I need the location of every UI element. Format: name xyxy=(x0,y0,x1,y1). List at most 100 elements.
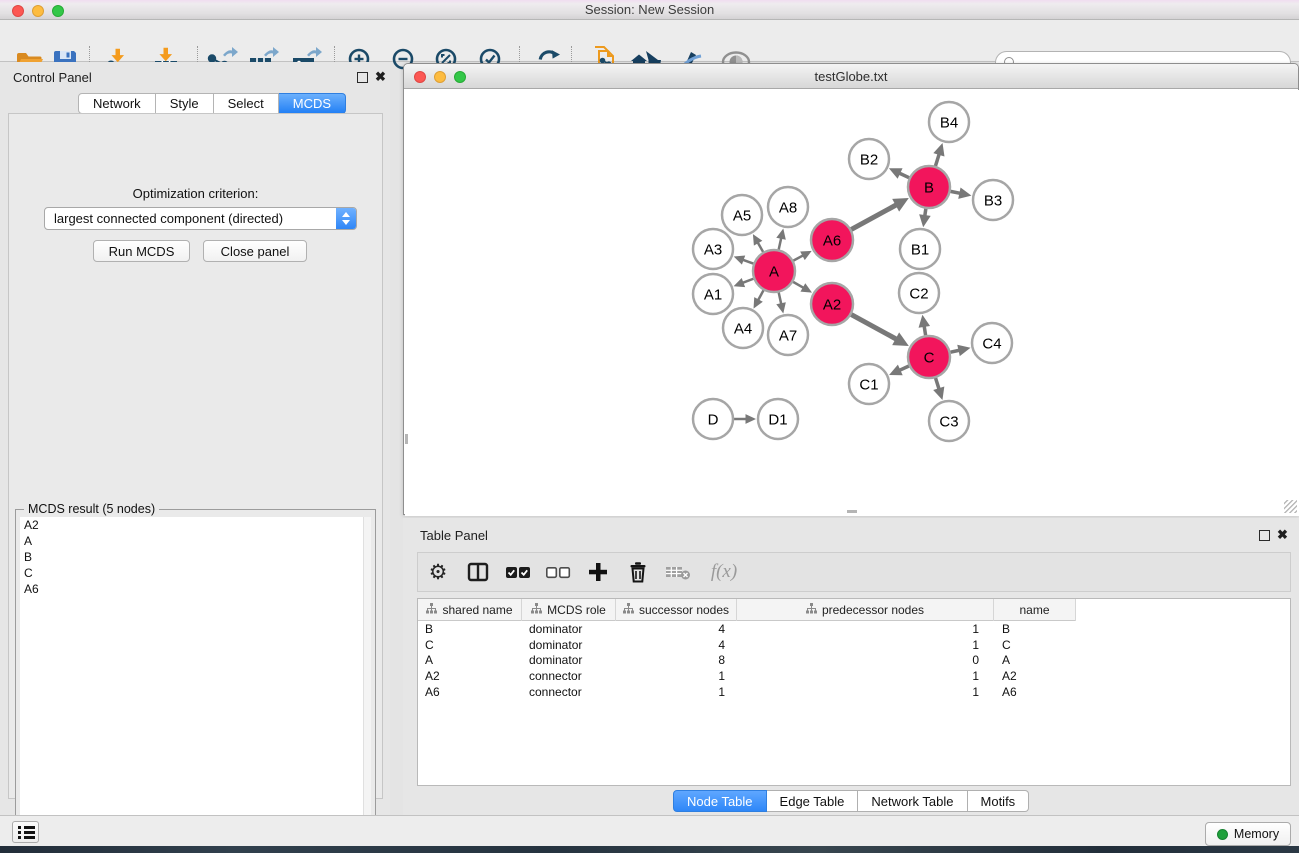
edge-A-A4[interactable] xyxy=(758,290,764,300)
edge-A2-C[interactable] xyxy=(851,315,897,340)
table-panel-title: Table Panel xyxy=(420,528,488,543)
vertical-scroll-indicator[interactable] xyxy=(405,434,408,444)
tab-mcds[interactable]: MCDS xyxy=(279,93,346,114)
edge-A-A7[interactable] xyxy=(779,292,782,304)
table-cell: A6 xyxy=(418,685,522,699)
table-cell: A2 xyxy=(418,669,522,683)
arrowhead-icon xyxy=(933,387,944,400)
edge-A-A3[interactable] xyxy=(742,260,753,264)
resize-grip-icon[interactable] xyxy=(1284,500,1297,513)
criterion-dropdown[interactable]: largest connected component (directed) xyxy=(44,207,357,230)
column-header-label: name xyxy=(1019,603,1049,617)
memory-status-icon xyxy=(1217,829,1228,840)
column-header-label: successor nodes xyxy=(639,603,729,617)
desktop-background-strip xyxy=(0,846,1299,853)
table-cell: connector xyxy=(522,685,616,699)
result-item[interactable]: A xyxy=(20,533,363,549)
deselect-all-icon[interactable] xyxy=(538,553,578,591)
show-columns-icon[interactable] xyxy=(458,553,498,591)
table-cell: dominator xyxy=(522,622,616,636)
mcds-result-title: MCDS result (5 nodes) xyxy=(24,502,159,516)
tab-network[interactable]: Network xyxy=(78,93,156,114)
column-header-successor-nodes[interactable]: successor nodes xyxy=(616,599,737,621)
mcds-result-group: MCDS result (5 nodes) A2ABCA6 xyxy=(15,509,376,845)
select-all-icon[interactable] xyxy=(498,553,538,591)
table-header-row: shared name MCDS role successor nodes prede… xyxy=(418,599,1076,621)
table-panel: Table Panel ✖ ⚙ xyxy=(403,518,1299,815)
table-cell: B xyxy=(994,622,1076,636)
column-header-label: predecessor nodes xyxy=(822,603,924,617)
horizontal-scroll-indicator[interactable] xyxy=(847,510,857,513)
edge-C-C1[interactable] xyxy=(899,366,909,371)
column-header-predecessor-nodes[interactable]: predecessor nodes xyxy=(737,599,994,621)
result-scrollbar[interactable] xyxy=(363,517,371,839)
network-graph[interactable]: B4B2BB3B1A5A8A6A3AA1C2A4A7A2C4CC1C3DD1 xyxy=(405,90,1299,516)
close-table-panel-icon[interactable]: ✖ xyxy=(1277,527,1288,543)
graph-node-label: C3 xyxy=(939,413,958,430)
arrowhead-icon xyxy=(933,143,944,156)
delete-row-icon[interactable] xyxy=(618,553,658,591)
tab-network-table[interactable]: Network Table xyxy=(858,790,967,812)
graph-node-label: A xyxy=(769,263,779,280)
mcds-result-list[interactable]: A2ABCA6 xyxy=(20,517,363,839)
float-panel-icon[interactable] xyxy=(357,72,368,83)
column-header-name[interactable]: name xyxy=(994,599,1076,621)
edge-A-A5[interactable] xyxy=(757,242,763,252)
arrowhead-icon xyxy=(734,255,746,264)
edge-A-A6[interactable] xyxy=(793,255,803,261)
status-bar: Memory xyxy=(0,815,1299,846)
result-item[interactable]: C xyxy=(20,565,363,581)
table-cell: C xyxy=(418,638,522,652)
table-row[interactable]: Adominator80A xyxy=(418,653,1290,669)
session-title: Session: New Session xyxy=(0,2,1299,17)
edge-C-C3[interactable] xyxy=(936,378,940,390)
optimization-criterion-label: Optimization criterion: xyxy=(9,186,382,201)
mcds-tab-content: Optimization criterion: largest connecte… xyxy=(8,113,383,799)
hierarchy-icon xyxy=(806,603,817,617)
float-table-panel-icon[interactable] xyxy=(1259,530,1270,541)
run-mcds-button[interactable]: Run MCDS xyxy=(93,240,190,262)
table-settings-icon[interactable]: ⚙ xyxy=(418,553,458,591)
graph-node-label: B1 xyxy=(911,241,929,258)
edge-A-A8[interactable] xyxy=(779,237,782,249)
main-toolbar xyxy=(0,20,1299,62)
table-row[interactable]: A2connector11A2 xyxy=(418,668,1290,684)
table-cell: 1 xyxy=(737,638,994,652)
table-row[interactable]: Cdominator41C xyxy=(418,637,1290,653)
close-panel-button[interactable]: Close panel xyxy=(203,240,307,262)
result-item[interactable]: B xyxy=(20,549,363,565)
column-header-MCDS-role[interactable]: MCDS role xyxy=(522,599,616,621)
column-header-label: shared name xyxy=(442,603,512,617)
network-canvas[interactable]: B4B2BB3B1A5A8A6A3AA1C2A4A7A2C4CC1C3DD1 xyxy=(405,90,1299,516)
graph-node-label: B xyxy=(924,179,934,196)
task-history-button[interactable] xyxy=(12,821,39,843)
table-row[interactable]: A6connector11A6 xyxy=(418,684,1290,700)
edge-A-A1[interactable] xyxy=(742,279,753,283)
tab-node-table[interactable]: Node Table xyxy=(673,790,767,812)
column-header-shared-name[interactable]: shared name xyxy=(418,599,522,621)
network-window-titlebar: testGlobe.txt xyxy=(404,64,1298,89)
hierarchy-icon xyxy=(426,603,437,617)
edge-A-A2[interactable] xyxy=(793,282,804,288)
tab-select[interactable]: Select xyxy=(214,93,279,114)
memory-button[interactable]: Memory xyxy=(1205,822,1291,846)
graph-node-label: A2 xyxy=(823,296,841,313)
hierarchy-icon xyxy=(531,603,542,617)
result-item[interactable]: A6 xyxy=(20,581,363,597)
arrowhead-icon xyxy=(734,278,746,287)
tab-motifs[interactable]: Motifs xyxy=(968,790,1030,812)
node-table[interactable]: shared name MCDS role successor nodes prede… xyxy=(417,598,1291,786)
edge-B-B2[interactable] xyxy=(899,173,909,178)
tab-edge-table[interactable]: Edge Table xyxy=(767,790,859,812)
edge-B-B4[interactable] xyxy=(935,153,939,166)
table-body[interactable]: Bdominator41BCdominator41CAdominator80AA… xyxy=(418,621,1290,785)
close-panel-icon[interactable]: ✖ xyxy=(375,69,386,85)
add-column-icon[interactable] xyxy=(578,553,618,591)
result-item[interactable]: A2 xyxy=(20,517,363,533)
delete-table-icon[interactable] xyxy=(658,553,698,591)
edge-B-B3[interactable] xyxy=(951,191,961,193)
tab-style[interactable]: Style xyxy=(156,93,214,114)
function-builder-icon[interactable]: f(x) xyxy=(698,553,750,591)
table-row[interactable]: Bdominator41B xyxy=(418,621,1290,637)
edge-A6-B[interactable] xyxy=(851,205,897,230)
